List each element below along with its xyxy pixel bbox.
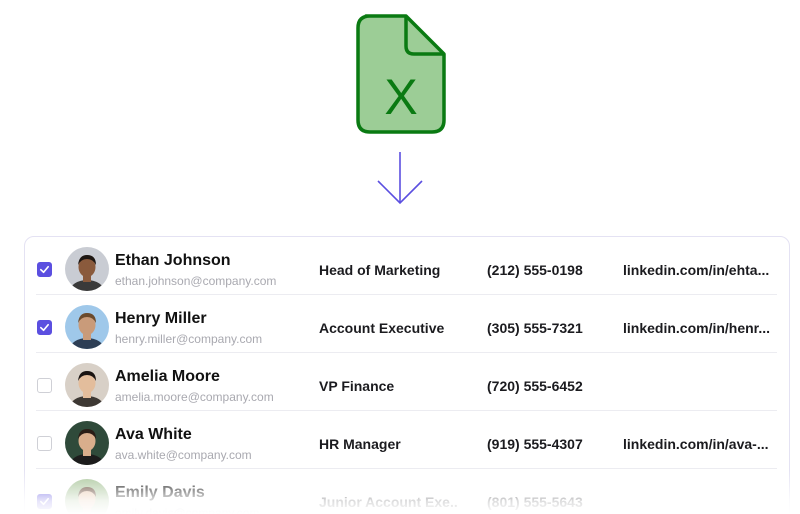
contact-email: ethan.johnson@company.com	[115, 274, 277, 288]
avatar-photo	[65, 247, 109, 291]
contact-name: Henry Miller	[115, 310, 207, 327]
contact-linkedin[interactable]: linkedin.com/in/ehta...	[623, 262, 769, 278]
contact-email: ava.white@company.com	[115, 448, 252, 462]
avatar-photo	[65, 363, 109, 407]
contact-phone: (720) 555-6452	[487, 378, 583, 394]
avatar	[65, 305, 109, 349]
table-row[interactable]: Henry Miller henry.miller@company.com Ac…	[25, 295, 789, 353]
row-checkbox-checked[interactable]	[37, 320, 52, 335]
row-checkbox[interactable]	[37, 436, 52, 451]
avatar	[65, 421, 109, 465]
contact-phone: (919) 555-4307	[487, 436, 583, 452]
contact-role: Head of Marketing	[319, 262, 441, 278]
row-checkbox-checked[interactable]	[37, 262, 52, 277]
avatar	[65, 363, 109, 407]
avatar	[65, 247, 109, 291]
contact-phone: (801) 555-5643	[487, 494, 583, 510]
table-row[interactable]: Ethan Johnson ethan.johnson@company.com …	[25, 237, 789, 295]
contact-role: Account Executive	[319, 320, 445, 336]
import-illustration: X Ethan Johnson ethan.johnson@company.co…	[0, 0, 800, 514]
contact-name: Ethan Johnson	[115, 252, 231, 269]
table-row[interactable]: Emily Davis emily.davis@company.com Juni…	[25, 469, 789, 514]
avatar-photo	[65, 479, 109, 514]
contact-name: Ava White	[115, 426, 192, 443]
avatar-photo	[65, 421, 109, 465]
contact-phone: (305) 555-7321	[487, 320, 583, 336]
contact-role: VP Finance	[319, 378, 395, 394]
contact-name: Emily Davis	[115, 484, 205, 501]
contact-email: amelia.moore@company.com	[115, 390, 274, 404]
row-checkbox-checked[interactable]	[37, 494, 52, 509]
file-letter: X	[384, 69, 417, 125]
contact-phone: (212) 555-0198	[487, 262, 583, 278]
contact-name: Amelia Moore	[115, 368, 220, 385]
contact-role: Junior Account Exe..	[319, 494, 458, 510]
arrow-down-icon	[377, 152, 423, 205]
contact-linkedin[interactable]: linkedin.com/in/ava-...	[623, 436, 768, 452]
row-checkbox[interactable]	[37, 378, 52, 393]
contact-role: HR Manager	[319, 436, 401, 452]
avatar	[65, 479, 109, 514]
table-row[interactable]: Amelia Moore amelia.moore@company.com VP…	[25, 353, 789, 411]
table-row[interactable]: Ava White ava.white@company.com HR Manag…	[25, 411, 789, 469]
contact-email: henry.miller@company.com	[115, 332, 263, 346]
excel-file-icon: X	[356, 14, 446, 134]
contact-linkedin[interactable]: linkedin.com/in/henr...	[623, 320, 770, 336]
avatar-photo	[65, 305, 109, 349]
contact-email: emily.davis@company.com	[115, 506, 260, 514]
contacts-table: Ethan Johnson ethan.johnson@company.com …	[24, 236, 790, 514]
